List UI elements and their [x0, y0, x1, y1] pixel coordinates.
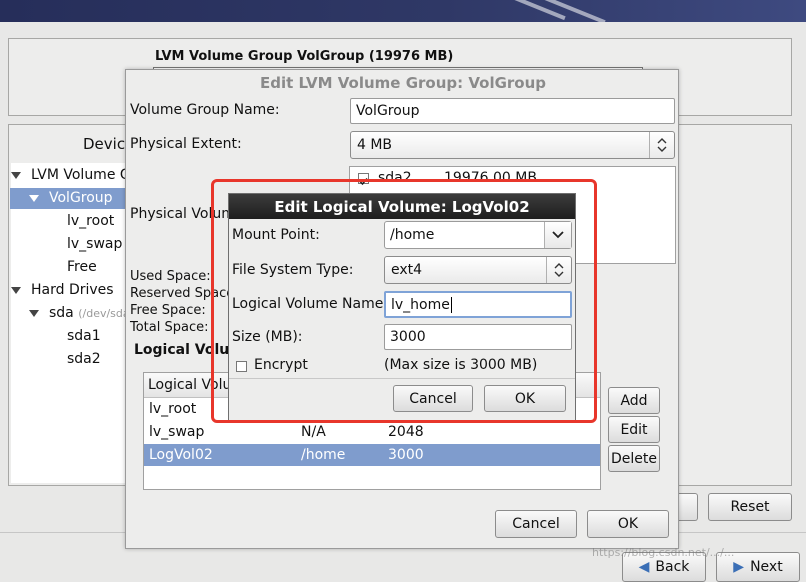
vg-name-input[interactable]: VolGroup	[350, 98, 675, 124]
banner-streak	[474, 0, 606, 22]
watermark: https://blog.csdn.net/.../...	[592, 546, 735, 559]
physical-extent-label: Physical Extent:	[130, 136, 242, 152]
next-label: Next	[750, 559, 783, 575]
text-cursor	[450, 296, 452, 313]
reset-button[interactable]: Reset	[708, 493, 792, 521]
reserved-space-label: Reserved Space	[130, 286, 235, 301]
tree-item-free[interactable]: Free	[67, 259, 97, 275]
lv-row-name[interactable]: LogVol02	[149, 447, 213, 463]
lv-cancel-button[interactable]: Cancel	[393, 385, 473, 412]
size-input[interactable]: 3000	[384, 324, 572, 350]
physical-extent-select[interactable]: 4 MB	[350, 131, 675, 159]
tree-item-sda2[interactable]: sda2	[67, 351, 101, 367]
back-arrow-icon: ◀	[638, 559, 650, 575]
dialog-separator	[229, 378, 575, 379]
device-tree[interactable]	[11, 163, 141, 483]
lv-row-name[interactable]: lv_swap	[149, 424, 204, 440]
tree-item-sda1[interactable]: sda1	[67, 328, 101, 344]
tree-item-sda-label: sda	[49, 305, 74, 321]
mount-point-label: Mount Point:	[232, 227, 320, 243]
tree-item-lv-swap[interactable]: lv_swap	[67, 236, 122, 252]
lv-name-value: lv_home	[391, 296, 450, 313]
expand-icon[interactable]	[11, 172, 21, 179]
logical-volumes-section-label: Logical Volu	[134, 342, 230, 358]
lvm-volume-group-title: LVM Volume Group VolGroup (19976 MB)	[155, 49, 454, 64]
hidden-button-edge[interactable]	[676, 493, 698, 521]
edit-lv-dialog-title: Edit Logical Volume: LogVol02	[274, 198, 530, 216]
vg-cancel-button[interactable]: Cancel	[495, 510, 577, 538]
physical-volumes-label: Physical Volum	[130, 206, 235, 222]
back-label: Back	[655, 559, 690, 575]
vg-name-label: Volume Group Name:	[130, 102, 280, 118]
fs-type-select[interactable]: ext4	[384, 256, 572, 284]
tree-item-sda[interactable]: sda (/dev/sda	[49, 305, 130, 321]
tree-item-sda-note: (/dev/sda	[78, 307, 130, 320]
pv-item-name: sda2	[378, 170, 412, 186]
physical-extent-value: 4 MB	[357, 137, 393, 153]
lv-ok-button[interactable]: OK	[484, 385, 566, 412]
mount-point-combo[interactable]: /home	[384, 221, 572, 249]
encrypt-checkbox[interactable]	[236, 361, 247, 372]
lv-name-input[interactable]: lv_home	[384, 291, 572, 318]
lv-col-name-header[interactable]: Logical Volu	[148, 377, 231, 393]
expand-icon[interactable]	[11, 287, 21, 294]
banner-streak	[434, 0, 566, 21]
mount-point-value: /home	[390, 227, 435, 243]
max-size-note: (Max size is 3000 MB)	[384, 357, 538, 373]
pv-checkbox[interactable]	[358, 173, 369, 186]
fs-type-label: File System Type:	[232, 262, 354, 278]
top-banner	[0, 0, 806, 22]
encrypt-label: Encrypt	[254, 357, 308, 373]
vg-ok-button[interactable]: OK	[587, 510, 669, 538]
edit-lv-dialog: Edit Logical Volume: LogVol02 Mount Poin…	[228, 193, 576, 423]
edit-vg-dialog-title: Edit LVM Volume Group: VolGroup	[259, 74, 547, 92]
edit-lv-button[interactable]: Edit	[608, 416, 660, 443]
add-lv-button[interactable]: Add	[608, 387, 660, 414]
used-space-label: Used Space:	[130, 269, 211, 284]
lv-row-name[interactable]: lv_root	[149, 401, 196, 417]
lv-row-size: 2048	[388, 424, 424, 440]
total-space-label: Total Space:	[130, 320, 209, 335]
expand-icon[interactable]	[29, 310, 39, 317]
tree-item-volgroup[interactable]: VolGroup	[49, 190, 113, 206]
spin-arrows-icon	[546, 257, 571, 283]
spin-arrows-icon	[649, 132, 674, 158]
next-arrow-icon: ▶	[733, 559, 745, 575]
tree-item-lvm[interactable]: LVM Volume G	[31, 167, 131, 183]
size-label: Size (MB):	[232, 329, 303, 345]
lv-name-label: Logical Volume Name:	[232, 296, 389, 312]
lv-row-mount: N/A	[301, 424, 326, 440]
tree-item-hard-drives[interactable]: Hard Drives	[31, 282, 114, 298]
expand-icon[interactable]	[29, 195, 39, 202]
delete-lv-button[interactable]: Delete	[608, 445, 660, 472]
tree-item-lv-root[interactable]: lv_root	[67, 213, 114, 229]
fs-type-value: ext4	[391, 262, 423, 278]
pv-item-size: 19976.00 MB	[444, 170, 537, 186]
lv-row-mount: /home	[301, 447, 346, 463]
free-space-label: Free Space:	[130, 303, 206, 318]
chevron-down-icon[interactable]	[544, 222, 571, 248]
lv-row-size: 3000	[388, 447, 424, 463]
edit-lv-titlebar: Edit Logical Volume: LogVol02	[229, 194, 575, 219]
